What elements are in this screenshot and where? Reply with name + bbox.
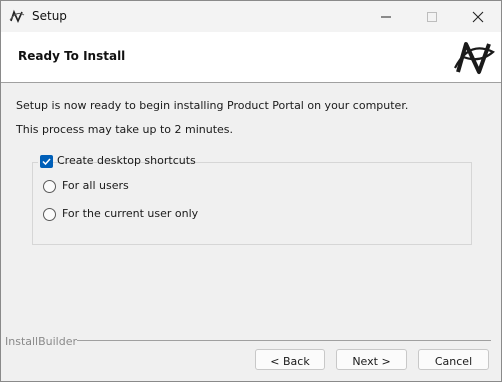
- window-title: Setup: [32, 9, 67, 23]
- shortcuts-group: [32, 162, 472, 245]
- close-icon: [472, 11, 484, 23]
- app-icon: [9, 9, 25, 23]
- radio-current-user[interactable]: [43, 208, 56, 221]
- maximize-icon: [427, 12, 437, 22]
- radio-all-users[interactable]: [43, 180, 56, 193]
- close-button[interactable]: [455, 1, 501, 32]
- checkmark-icon: [42, 158, 51, 166]
- back-button[interactable]: < Back: [255, 349, 325, 370]
- shortcuts-checkbox-label: Create desktop shortcuts: [57, 154, 196, 167]
- footer-divider: [77, 340, 491, 341]
- shortcuts-checkbox-row[interactable]: Create desktop shortcuts: [38, 154, 196, 170]
- wizard-header: Ready To Install: [1, 32, 501, 83]
- maximize-button: [409, 1, 455, 32]
- setup-window: Setup Ready To Install Setup is now read…: [0, 0, 502, 382]
- page-title: Ready To Install: [18, 49, 126, 63]
- minimize-icon: [381, 16, 391, 18]
- installbuilder-brand: InstallBuilder: [5, 335, 78, 348]
- cancel-button[interactable]: Cancel: [418, 349, 489, 370]
- ready-message: Setup is now ready to begin installing P…: [16, 99, 409, 112]
- next-button[interactable]: Next >: [336, 349, 407, 370]
- title-bar[interactable]: Setup: [1, 1, 501, 32]
- radio-all-users-label: For all users: [62, 179, 129, 192]
- logo-icon: [454, 42, 495, 74]
- duration-message: This process may take up to 2 minutes.: [16, 123, 234, 136]
- shortcuts-checkbox[interactable]: [40, 155, 53, 168]
- radio-current-user-label: For the current user only: [62, 207, 199, 220]
- minimize-button[interactable]: [363, 1, 409, 32]
